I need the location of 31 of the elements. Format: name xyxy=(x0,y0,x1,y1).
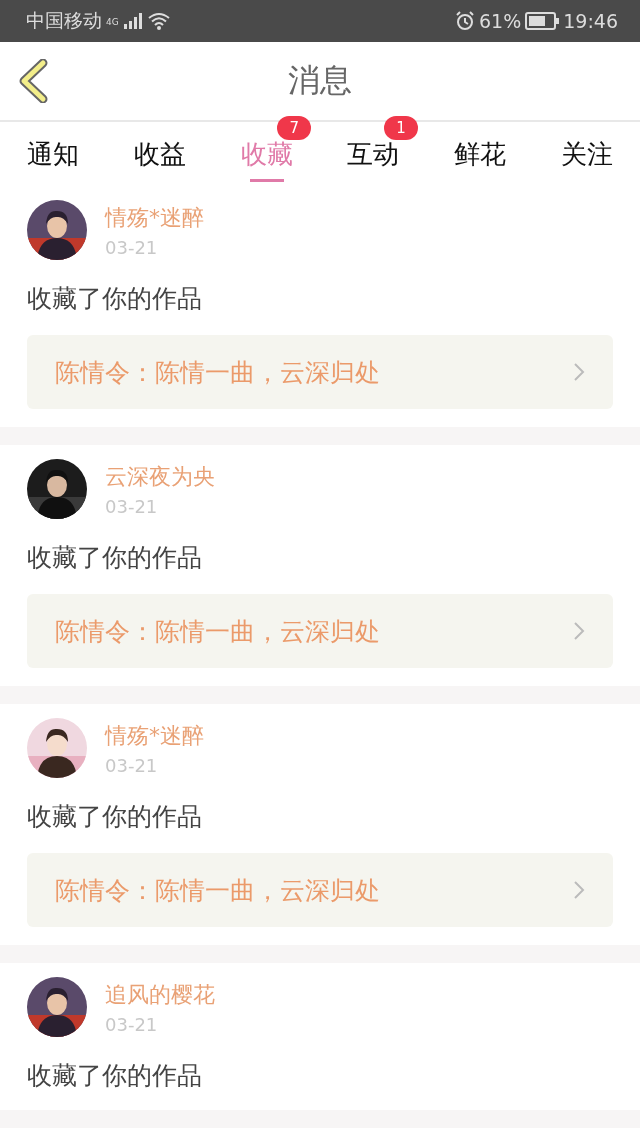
tab-underline xyxy=(249,179,284,182)
work-link[interactable]: 陈情令：陈情一曲，云深归处 xyxy=(27,335,613,409)
battery-percent: 61% xyxy=(479,10,522,32)
chevron-icon xyxy=(573,362,585,382)
page-title: 消息 xyxy=(288,60,352,101)
work-link[interactable]: 陈情令：陈情一曲，云深归处 xyxy=(27,594,613,668)
chevron-icon xyxy=(573,621,585,641)
message-text: 收藏了你的作品 xyxy=(27,1060,202,1092)
clock-time: 19:46 xyxy=(563,10,618,32)
user-name[interactable]: 追风的樱花 xyxy=(105,979,215,1010)
user-name[interactable]: 情殇*迷醉 xyxy=(105,202,204,233)
tab[interactable]: 关注 xyxy=(560,132,613,176)
count-badge: 7 xyxy=(277,116,312,140)
alarm-icon xyxy=(455,11,475,31)
count-badge: 1 xyxy=(384,116,418,140)
user-name[interactable]: 云深夜为央 xyxy=(105,461,215,492)
wifi-icon xyxy=(146,12,171,30)
user-name[interactable]: 情殇*迷醉 xyxy=(105,720,204,751)
tab[interactable]: 收益 xyxy=(134,132,186,176)
work-link[interactable]: 陈情令：陈情一曲，云深归处 xyxy=(27,853,613,927)
tab[interactable]: 通知 xyxy=(27,132,80,176)
message-text: 收藏了你的作品 xyxy=(27,283,202,315)
tab[interactable]: 鲜花 xyxy=(454,132,506,176)
battery-icon xyxy=(525,12,560,30)
back-icon[interactable] xyxy=(18,59,48,103)
chevron-icon xyxy=(573,880,585,900)
network-type: 4G xyxy=(106,17,119,27)
message-text: 收藏了你的作品 xyxy=(27,542,202,574)
signal-icon xyxy=(122,13,143,29)
carrier-name: 中国移动 xyxy=(26,8,102,33)
message-text: 收藏了你的作品 xyxy=(27,801,202,833)
